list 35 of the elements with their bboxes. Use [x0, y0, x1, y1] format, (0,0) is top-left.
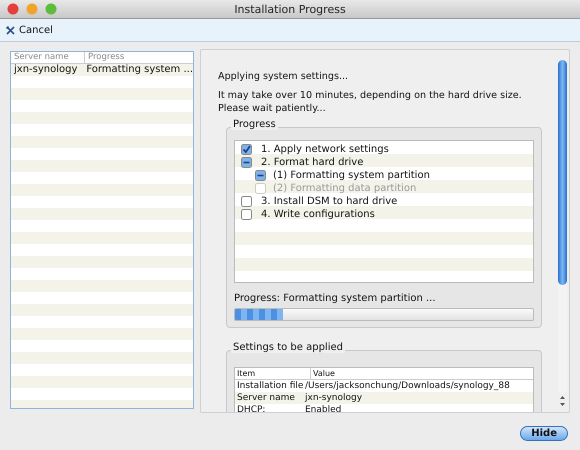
- progress-label: Progress: Formatting system partition ...: [234, 293, 437, 304]
- table-cell: jxn-synology: [305, 392, 362, 404]
- step-label: 1. Apply network settings: [261, 144, 389, 155]
- table-cell-text: Installation file: [236, 380, 304, 392]
- step-label: (1) Formatting system partition: [273, 170, 430, 181]
- column-header[interactable]: Progress: [85, 52, 124, 63]
- column-header[interactable]: Server name: [11, 52, 85, 63]
- hide-button[interactable]: Hide: [520, 426, 568, 441]
- table-cell-text: DHCP:: [236, 404, 266, 412]
- scrollbar[interactable]: [558, 60, 566, 394]
- wait-note: It may take over 10 minutes, depending on the hard drive size. Please wait patiently...: [218, 89, 523, 115]
- step-label: (2) Formatting data partition: [273, 183, 416, 194]
- group-legend: Settings to be applied: [231, 342, 345, 353]
- table-cell-text: Server name: [236, 392, 296, 404]
- table-cell: Enabled: [305, 404, 342, 412]
- status-heading: Applying system settings...: [218, 70, 350, 83]
- server-row[interactable]: jxn-synology Formatting system ...: [11, 64, 193, 76]
- checkbox[interactable]: [241, 196, 252, 207]
- scroll-arrows-icon[interactable]: [558, 394, 566, 408]
- step-label: 2. Format hard drive: [261, 157, 364, 168]
- table-cell: /Users/jacksonchung/Downloads/synology_88: [305, 380, 510, 392]
- window-title: Installation Progress: [234, 2, 346, 16]
- column-header[interactable]: Value: [311, 368, 335, 379]
- cross-tools-icon: [6, 26, 15, 34]
- group-legend: Progress: [231, 119, 278, 130]
- step-label: 3. Install DSM to hard drive: [261, 196, 398, 207]
- zoom-icon[interactable]: [45, 3, 57, 15]
- checkbox[interactable]: [255, 170, 266, 181]
- step-label: 4. Write configurations: [261, 209, 375, 220]
- checkbox[interactable]: [241, 157, 252, 168]
- close-icon[interactable]: [7, 3, 19, 15]
- cancel-button[interactable]: Cancel: [4, 22, 55, 38]
- column-header[interactable]: Item: [235, 368, 311, 379]
- checkbox[interactable]: [241, 209, 252, 220]
- checkbox[interactable]: [241, 144, 252, 155]
